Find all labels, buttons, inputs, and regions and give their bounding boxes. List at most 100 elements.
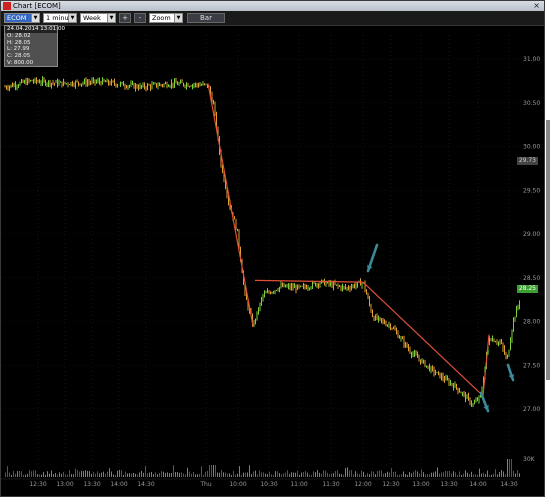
- volume-bar: [411, 473, 412, 477]
- volume-bar: [315, 472, 316, 477]
- volume-bar: [219, 472, 220, 477]
- volume-bar: [63, 471, 64, 477]
- symbol-select[interactable]: ECOM ▼: [4, 13, 40, 23]
- volume-bar: [89, 471, 90, 477]
- volume-bar: [479, 468, 480, 477]
- volume-bar: [339, 473, 340, 477]
- volume-bar: [371, 471, 372, 477]
- price-label: 27.00: [523, 406, 540, 413]
- volume-bar: [141, 470, 142, 477]
- volume-bar: [483, 472, 484, 477]
- time-label: 11:00: [290, 481, 307, 488]
- volume-bar: [45, 474, 46, 477]
- chevron-down-icon[interactable]: ▼: [68, 14, 76, 22]
- scrollbar[interactable]: [546, 120, 550, 380]
- volume-bar: [413, 471, 414, 477]
- interval-select[interactable]: 1 minute ▼: [43, 13, 77, 23]
- trendline: [254, 279, 364, 283]
- volume-bar: [93, 472, 94, 477]
- volume-bar: [41, 474, 42, 477]
- volume-bar: [297, 470, 298, 477]
- annotation-arrow: [506, 363, 515, 382]
- volume-bar: [237, 473, 238, 477]
- volume-bar: [121, 470, 122, 477]
- volume-bar: [331, 473, 332, 477]
- volume-bar: [247, 472, 248, 477]
- volume-bar: [407, 474, 408, 477]
- volume-bar: [253, 471, 254, 477]
- volume-bar: [257, 474, 258, 477]
- volume-bar: [201, 466, 202, 477]
- price-label: 28.00: [523, 319, 540, 326]
- bar-type-button[interactable]: Bar: [187, 13, 225, 23]
- volume-bar: [101, 472, 102, 477]
- toolbar: ECOM ▼ 1 minute ▼ Week ▼ + - Zoom ▼ Bar: [1, 11, 544, 26]
- volume-bar: [289, 474, 290, 477]
- volume-bar: [159, 472, 160, 477]
- zoom-select[interactable]: Zoom ▼: [149, 13, 183, 23]
- range-select[interactable]: Week ▼: [80, 13, 116, 23]
- volume-bar: [439, 473, 440, 477]
- chevron-down-icon[interactable]: ▼: [174, 14, 182, 22]
- zoom-in-button[interactable]: +: [119, 13, 131, 23]
- volume-bar: [105, 473, 106, 477]
- volume-bar: [9, 472, 10, 477]
- volume-bar: [517, 470, 518, 477]
- volume-bar: [13, 471, 14, 477]
- volume-bar: [55, 473, 56, 477]
- volume-bar: [305, 471, 306, 477]
- volume-bar: [211, 465, 212, 477]
- volume-bar: [171, 473, 172, 477]
- volume-bar: [49, 473, 50, 477]
- chevron-down-icon[interactable]: ▼: [107, 14, 115, 22]
- volume-bar: [51, 470, 52, 477]
- volume-bar: [37, 474, 38, 477]
- volume-bar: [131, 473, 132, 477]
- volume-bar: [115, 474, 116, 477]
- title-bar[interactable]: Chart [ECOM] ×: [1, 1, 544, 11]
- volume-bar: [365, 474, 366, 477]
- volume-bar: [421, 469, 422, 477]
- zoom-out-button[interactable]: -: [134, 13, 146, 23]
- volume-bar: [19, 470, 20, 477]
- close-icon[interactable]: ×: [533, 1, 540, 11]
- volume-bar: [117, 470, 118, 477]
- volume-bar: [345, 468, 346, 477]
- volume-bar: [429, 474, 430, 477]
- volume-bar: [67, 474, 68, 477]
- volume-bar: [383, 473, 384, 477]
- volume-bar: [179, 472, 180, 477]
- volume-bar: [427, 474, 428, 477]
- time-label: 13:30: [83, 481, 100, 488]
- volume-bar: [363, 471, 364, 477]
- volume-bar: [347, 467, 348, 477]
- chevron-down-icon[interactable]: ▼: [31, 14, 39, 22]
- volume-bar: [455, 472, 456, 477]
- volume-bar: [261, 472, 262, 477]
- volume-bar: [335, 471, 336, 477]
- volume-bar: [489, 474, 490, 477]
- chart-window: Chart [ECOM] × ECOM ▼ 1 minute ▼ Week ▼ …: [0, 0, 545, 497]
- volume-bar: [57, 474, 58, 477]
- volume-bar: [451, 473, 452, 477]
- volume-bar: [453, 471, 454, 477]
- volume-bar: [97, 471, 98, 477]
- volume-bar: [151, 471, 152, 477]
- volume-bar: [299, 474, 300, 477]
- volume-bar: [351, 470, 352, 477]
- volume-bar: [303, 472, 304, 477]
- volume-bar: [271, 474, 272, 477]
- price-chart[interactable]: 31.00 30.50 30.00 29.50 29.00 28.50 28.00 27.50…: [1, 25, 544, 496]
- volume-bar: [321, 473, 322, 477]
- volume-bar: [469, 473, 470, 477]
- volume-bar: [197, 474, 198, 477]
- volume-bar: [267, 474, 268, 477]
- volume-bar: [203, 474, 204, 477]
- annotation-arrow: [366, 243, 379, 273]
- volume-bar: [375, 474, 376, 477]
- volume-bar: [329, 474, 330, 477]
- annotation-arrow: [479, 391, 490, 413]
- volume-bar: [215, 465, 216, 477]
- volume-bar: [163, 471, 164, 477]
- app-icon: [3, 2, 11, 10]
